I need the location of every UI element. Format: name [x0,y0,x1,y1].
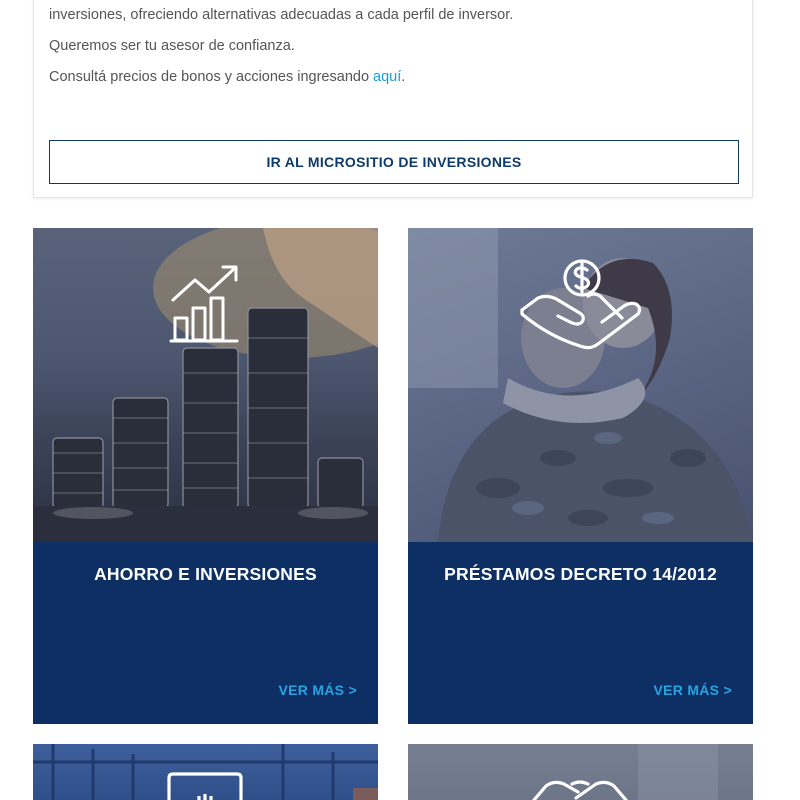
card-third[interactable] [33,744,378,800]
card-title: AHORRO E INVERSIONES [94,564,317,584]
info-text-line-1: inversiones, ofreciendo alternativas ade… [49,7,514,23]
card-image-port [33,744,378,800]
card-loans-decree[interactable]: PRÉSTAMOS DECRETO 14/2012 VER MÁS > [408,228,753,724]
money-hand-icon [520,259,642,350]
card-title: PRÉSTAMOS DECRETO 14/2012 [444,564,717,584]
invoice-icon [167,772,243,800]
handshake-icon [532,780,628,800]
investment-microsite-button[interactable]: IR AL MICROSITIO DE INVERSIONES [49,140,739,184]
card-savings-investments[interactable]: AHORRO E INVERSIONES VER MÁS > [33,228,378,724]
card-panel: PRÉSTAMOS DECRETO 14/2012 VER MÁS > [408,542,753,724]
info-text-line-2: Queremos ser tu asesor de confianza. [49,38,295,54]
prices-link[interactable]: aquí [373,69,401,85]
see-more-link[interactable]: VER MÁS > [653,682,732,698]
card-image-desk [408,744,753,800]
card-fourth[interactable] [408,744,753,800]
card-image-coins [33,228,378,542]
info-text-suffix: . [401,69,406,85]
card-panel: AHORRO E INVERSIONES VER MÁS > [33,542,378,724]
info-text-line-3: Consultá precios de bonos y acciones ing… [49,67,405,87]
growth-chart-icon [169,265,239,343]
info-text-prefix: Consultá precios de bonos y acciones ing… [49,69,374,85]
card-image-family [408,228,753,542]
investment-info-box: inversiones, ofreciendo alternativas ade… [33,0,753,198]
see-more-link[interactable]: VER MÁS > [278,682,357,698]
